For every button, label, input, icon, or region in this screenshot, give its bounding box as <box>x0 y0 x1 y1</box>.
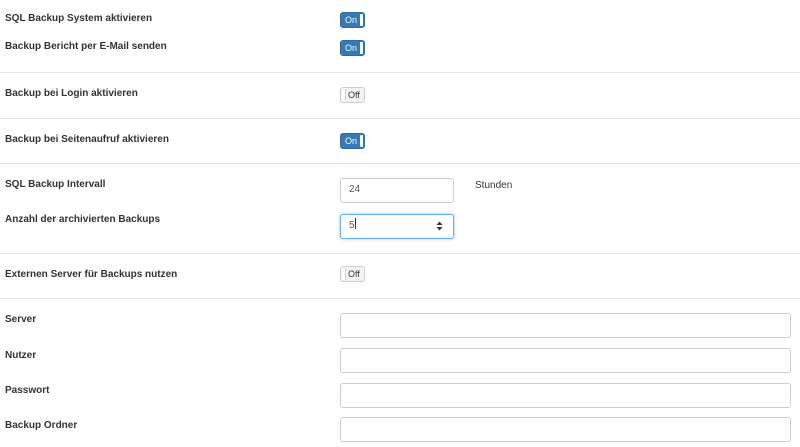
external-server-label: Externen Server für Backups nutzen <box>5 269 178 280</box>
sql-backup-toggle[interactable]: On <box>340 12 365 28</box>
login-backup-toggle[interactable]: Off <box>340 87 365 103</box>
stepper-arrows-icon[interactable] <box>436 221 443 231</box>
section-divider <box>0 298 800 299</box>
server-label: Server <box>5 314 37 325</box>
password-input[interactable] <box>340 383 791 408</box>
folder-label: Backup Ordner <box>5 420 78 431</box>
sql-backup-toggle-label: On <box>345 15 358 25</box>
backup-settings-form: SQL Backup System aktivieren On Backup B… <box>0 0 800 447</box>
section-divider <box>0 118 800 119</box>
interval-input[interactable]: 24 <box>340 178 454 203</box>
server-input[interactable] <box>340 313 791 338</box>
toggle-knob <box>342 89 346 101</box>
folder-input[interactable] <box>340 417 791 442</box>
interval-value: 24 <box>349 184 361 195</box>
section-divider <box>0 253 800 254</box>
user-label: Nutzer <box>5 350 37 361</box>
toggle-knob <box>360 14 363 26</box>
external-server-toggle[interactable]: Off <box>340 266 365 282</box>
email-report-toggle-label: On <box>345 43 358 53</box>
text-caret <box>354 218 356 229</box>
section-divider <box>0 163 800 164</box>
login-backup-label: Backup bei Login aktivieren <box>5 88 138 99</box>
email-report-label: Backup Bericht per E-Mail senden <box>5 41 167 52</box>
sql-backup-label: SQL Backup System aktivieren <box>5 13 153 24</box>
archive-count-label: Anzahl der archivierten Backups <box>5 214 161 225</box>
password-label: Passwort <box>5 385 50 396</box>
toggle-knob <box>360 42 363 54</box>
archive-count-stepper[interactable]: 5 <box>340 214 454 239</box>
toggle-knob <box>360 135 363 147</box>
external-server-toggle-label: Off <box>348 269 360 279</box>
pageview-backup-toggle-label: On <box>345 136 358 146</box>
user-input[interactable] <box>340 348 791 373</box>
login-backup-toggle-label: Off <box>348 90 360 100</box>
toggle-knob <box>342 268 346 280</box>
pageview-backup-label: Backup bei Seitenaufruf aktivieren <box>5 134 169 145</box>
interval-label: SQL Backup Intervall <box>5 179 106 190</box>
pageview-backup-toggle[interactable]: On <box>340 133 365 149</box>
section-divider <box>0 72 800 73</box>
email-report-toggle[interactable]: On <box>340 40 365 56</box>
interval-unit: Stunden <box>475 180 513 191</box>
